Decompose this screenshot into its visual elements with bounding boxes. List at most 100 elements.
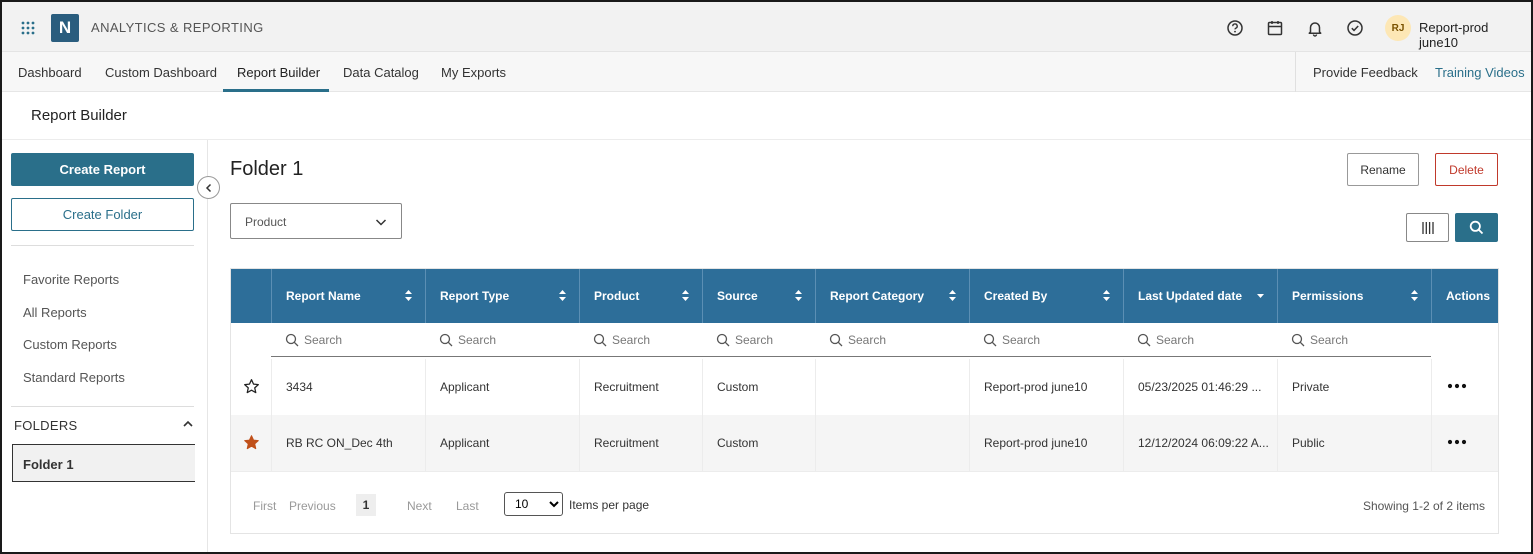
calendar-icon[interactable] bbox=[1266, 19, 1284, 37]
pagination-last[interactable]: Last bbox=[456, 499, 479, 513]
chevron-down-icon bbox=[375, 219, 387, 226]
search-icon bbox=[829, 333, 843, 347]
search-input-permissions[interactable] bbox=[1310, 331, 1424, 349]
page-header: Report Builder bbox=[2, 92, 1531, 140]
sort-icon[interactable] bbox=[404, 289, 413, 302]
search-input-product[interactable] bbox=[612, 331, 695, 349]
sidebar-item-favorite-reports[interactable]: Favorite Reports bbox=[23, 272, 119, 287]
training-videos-link[interactable]: Training Videos bbox=[1435, 65, 1525, 80]
search-icon bbox=[983, 333, 997, 347]
cell-report-name[interactable]: RB RC ON_Dec 4th bbox=[271, 415, 425, 471]
chevron-up-icon[interactable] bbox=[182, 418, 194, 430]
sidebar: Create Report Create Folder Favorite Rep… bbox=[2, 140, 208, 552]
items-per-page-label: Items per page bbox=[569, 498, 650, 512]
rename-button[interactable]: Rename bbox=[1347, 153, 1419, 186]
sort-desc-icon[interactable] bbox=[1256, 289, 1265, 302]
pagination-first[interactable]: First bbox=[253, 499, 276, 513]
create-folder-button[interactable]: Create Folder bbox=[11, 198, 194, 231]
star-outline-icon[interactable] bbox=[243, 378, 260, 395]
search-input-last-updated-date[interactable] bbox=[1156, 331, 1270, 349]
table-header: Report Name Report Type Product Source R… bbox=[231, 269, 1498, 323]
more-actions-icon[interactable] bbox=[1446, 373, 1468, 399]
create-report-button[interactable]: Create Report bbox=[11, 153, 194, 186]
search-icon bbox=[716, 333, 730, 347]
app-window: N ANALYTICS & REPORTING RJ Report-prod j… bbox=[0, 0, 1533, 554]
help-circle-icon[interactable] bbox=[1226, 19, 1244, 37]
tab-data-catalog[interactable]: Data Catalog bbox=[343, 65, 419, 80]
favorite-cell bbox=[231, 415, 271, 471]
cell-permissions: Private bbox=[1277, 359, 1431, 415]
filter-created-by bbox=[969, 323, 1123, 357]
cell-last-updated: 12/12/2024 06:09:22 A... bbox=[1123, 415, 1277, 471]
pagination-previous[interactable]: Previous bbox=[289, 499, 336, 513]
search-input-source[interactable] bbox=[735, 331, 808, 349]
sort-icon[interactable] bbox=[1102, 289, 1111, 302]
top-bar: N ANALYTICS & REPORTING RJ Report-prod j… bbox=[2, 2, 1531, 52]
search-button[interactable] bbox=[1455, 213, 1498, 242]
table-filter-row bbox=[231, 323, 1498, 357]
sort-icon[interactable] bbox=[1410, 289, 1419, 302]
column-header-created-by[interactable]: Created By bbox=[969, 269, 1123, 323]
filter-permissions bbox=[1277, 323, 1431, 357]
tab-report-builder[interactable]: Report Builder bbox=[237, 65, 320, 80]
product-dropdown[interactable]: Product bbox=[230, 203, 402, 239]
collapse-sidebar-button[interactable] bbox=[197, 176, 220, 199]
cell-source: Custom bbox=[702, 415, 815, 471]
pagination-current-page[interactable]: 1 bbox=[356, 494, 376, 516]
delete-button[interactable]: Delete bbox=[1435, 153, 1498, 186]
app-logo[interactable]: N bbox=[51, 14, 79, 42]
pagination-next[interactable]: Next bbox=[407, 499, 432, 513]
sidebar-divider bbox=[11, 406, 194, 407]
column-header-product[interactable]: Product bbox=[579, 269, 702, 323]
column-header-source[interactable]: Source bbox=[702, 269, 815, 323]
filter-report-category bbox=[815, 323, 969, 357]
search-input-report-type[interactable] bbox=[458, 331, 572, 349]
sidebar-item-all-reports[interactable]: All Reports bbox=[23, 305, 87, 320]
tab-my-exports[interactable]: My Exports bbox=[441, 65, 506, 80]
columns-icon bbox=[1421, 221, 1434, 234]
sidebar-item-folder-1[interactable]: Folder 1 bbox=[12, 444, 195, 482]
tab-dashboard[interactable]: Dashboard bbox=[18, 65, 82, 80]
sort-icon[interactable] bbox=[558, 289, 567, 302]
search-icon bbox=[439, 333, 453, 347]
items-per-page-select[interactable]: 10 25 50 bbox=[504, 492, 563, 516]
nav-divider bbox=[1295, 52, 1296, 92]
folder-title: Folder 1 bbox=[230, 158, 304, 180]
avatar[interactable]: RJ bbox=[1385, 15, 1411, 41]
provide-feedback-link[interactable]: Provide Feedback bbox=[1313, 65, 1418, 80]
column-header-report-name[interactable]: Report Name bbox=[271, 269, 425, 323]
column-header-permissions[interactable]: Permissions bbox=[1277, 269, 1431, 323]
sort-icon[interactable] bbox=[794, 289, 803, 302]
sidebar-item-custom-reports[interactable]: Custom Reports bbox=[23, 337, 117, 352]
cell-created-by: Report-prod june10 bbox=[969, 415, 1123, 471]
column-header-report-type[interactable]: Report Type bbox=[425, 269, 579, 323]
search-icon bbox=[1137, 333, 1151, 347]
cell-product: Recruitment bbox=[579, 415, 702, 471]
cell-report-name[interactable]: 3434 bbox=[271, 359, 425, 415]
column-header-actions: Actions bbox=[1431, 269, 1500, 323]
folders-heading: FOLDERS bbox=[14, 418, 78, 433]
sort-icon[interactable] bbox=[681, 289, 690, 302]
tab-custom-dashboard[interactable]: Custom Dashboard bbox=[105, 65, 217, 80]
bell-icon[interactable] bbox=[1306, 19, 1324, 37]
pagination-summary: Showing 1-2 of 2 items bbox=[1362, 499, 1485, 513]
apps-grid-icon[interactable] bbox=[20, 20, 36, 36]
search-input-report-name[interactable] bbox=[304, 331, 418, 349]
cell-report-category bbox=[815, 415, 969, 471]
search-input-report-category[interactable] bbox=[848, 331, 962, 349]
check-circle-icon[interactable] bbox=[1346, 19, 1364, 37]
user-name[interactable]: Report-prod june10 bbox=[1419, 20, 1531, 50]
sidebar-item-standard-reports[interactable]: Standard Reports bbox=[23, 370, 125, 385]
columns-button[interactable] bbox=[1406, 213, 1449, 242]
app-title: ANALYTICS & REPORTING bbox=[91, 20, 264, 35]
column-header-report-category[interactable]: Report Category bbox=[815, 269, 969, 323]
search-input-created-by[interactable] bbox=[1002, 331, 1116, 349]
star-filled-icon[interactable] bbox=[243, 434, 260, 451]
filter-product bbox=[579, 323, 702, 357]
column-header-last-updated-date[interactable]: Last Updated date bbox=[1123, 269, 1277, 323]
cell-permissions: Public bbox=[1277, 415, 1431, 471]
more-actions-icon[interactable] bbox=[1446, 429, 1468, 455]
cell-report-type: Applicant bbox=[425, 415, 579, 471]
sort-icon[interactable] bbox=[948, 289, 957, 302]
cell-report-type: Applicant bbox=[425, 359, 579, 415]
